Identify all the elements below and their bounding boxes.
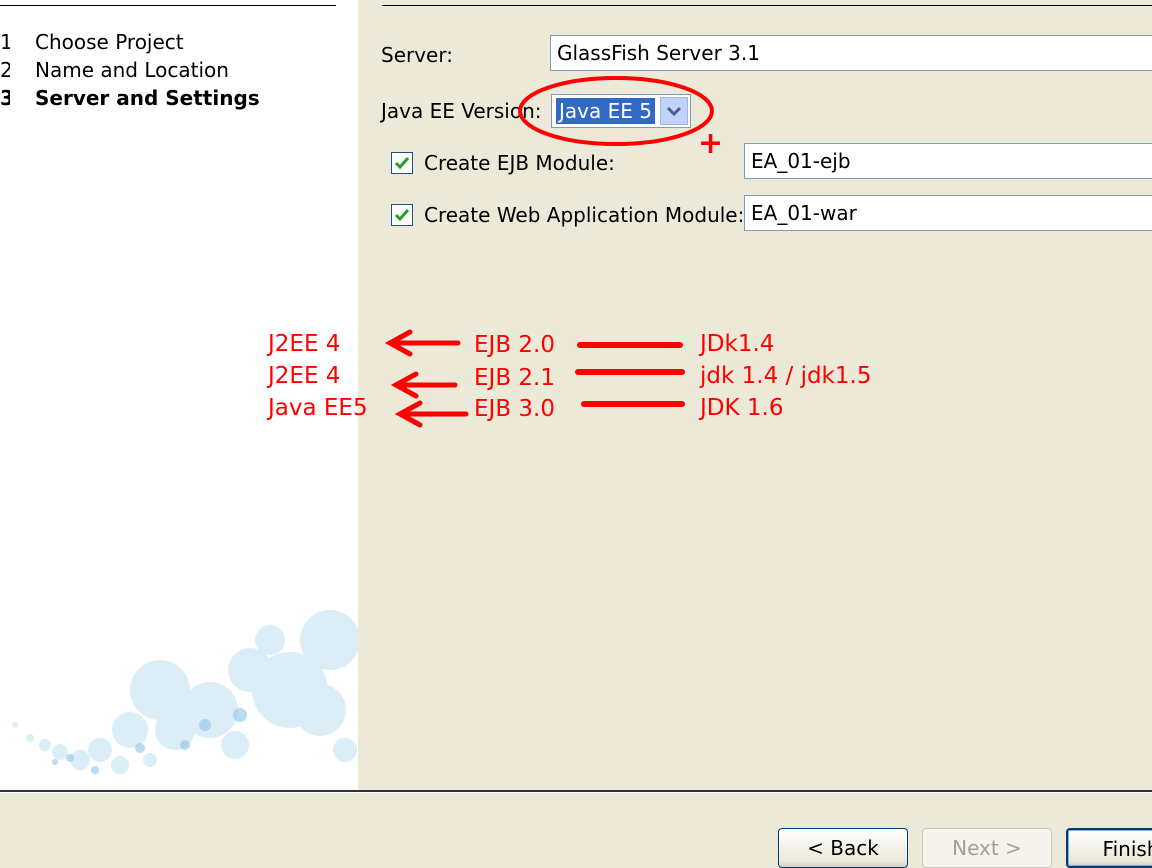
javaee-version-select[interactable]: Java EE 5 xyxy=(551,94,691,128)
step-label: Choose Project xyxy=(35,30,184,54)
checkmark-icon xyxy=(394,157,410,170)
javaee-version-value: Java EE 5 xyxy=(555,97,656,125)
step-number: 3. xyxy=(0,86,10,110)
ejb-module-checkbox[interactable] xyxy=(391,152,413,174)
decorative-bubbles-image xyxy=(12,610,358,774)
web-module-label: Create Web Application Module: xyxy=(424,203,745,227)
step-label: Name and Location xyxy=(35,58,229,82)
checkmark-icon xyxy=(394,209,410,222)
steps-divider xyxy=(0,5,336,6)
chevron-down-icon xyxy=(666,106,682,117)
step-number: 2. xyxy=(0,58,10,82)
step-label: Server and Settings xyxy=(35,86,260,110)
ejb-module-name-field[interactable]: EA_01-ejb xyxy=(744,143,1152,179)
steps-panel: 1. Choose Project 2. Name and Location 3… xyxy=(0,0,358,790)
finish-button[interactable]: Finish xyxy=(1066,828,1152,868)
next-button[interactable]: Next > xyxy=(922,828,1052,868)
web-module-name-field[interactable]: EA_01-war xyxy=(744,195,1152,231)
web-module-checkbox[interactable] xyxy=(391,204,413,226)
settings-divider xyxy=(382,5,1152,6)
javaee-version-label: Java EE Version: xyxy=(381,99,542,123)
dropdown-button[interactable] xyxy=(660,97,688,125)
server-label: Server: xyxy=(381,43,453,67)
step-number: 1. xyxy=(0,30,10,54)
ejb-module-label: Create EJB Module: xyxy=(424,151,615,175)
footer-divider-highlight xyxy=(0,792,1152,793)
server-field[interactable]: GlassFish Server 3.1 xyxy=(550,35,1152,71)
back-button[interactable]: < Back xyxy=(778,828,908,868)
